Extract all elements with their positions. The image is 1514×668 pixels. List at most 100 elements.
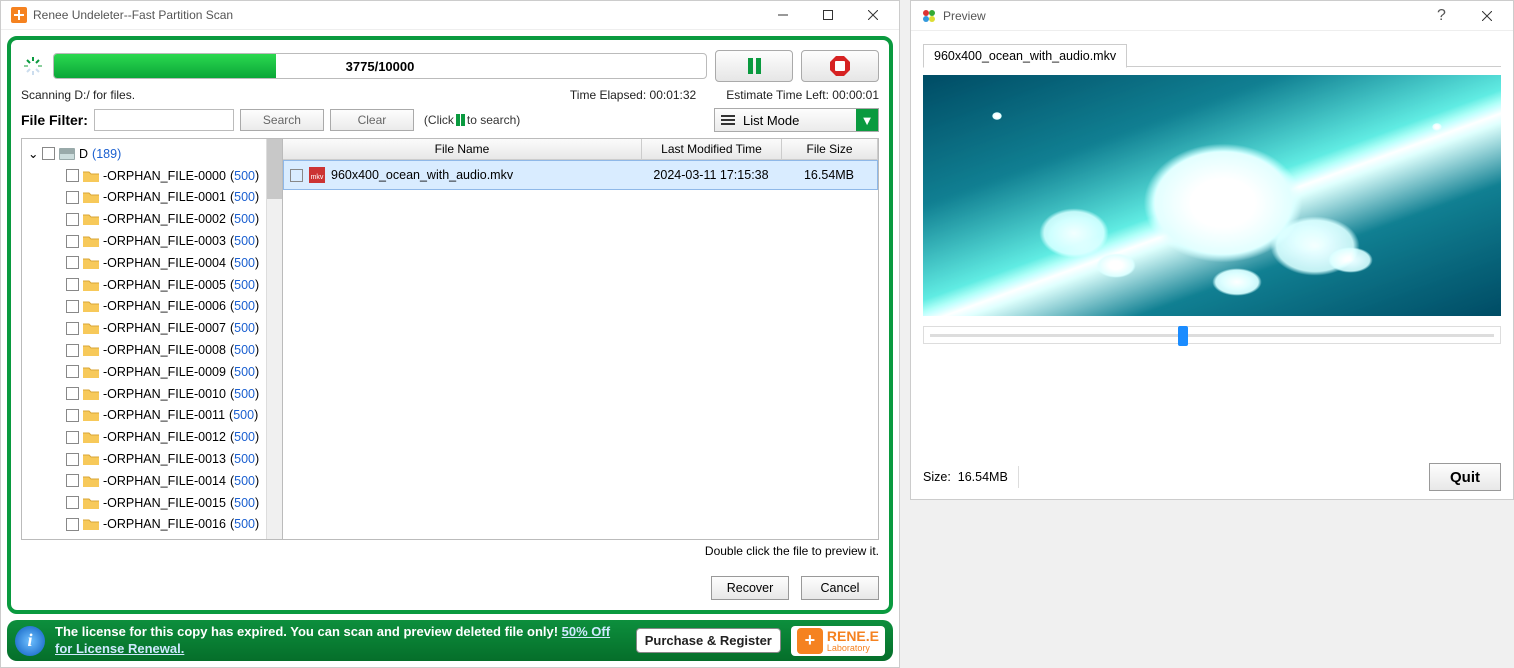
- tree-item-label: -ORPHAN_FILE-0005: [103, 278, 226, 292]
- tree-item[interactable]: -ORPHAN_FILE-0012 (500): [66, 426, 266, 448]
- discount-link[interactable]: 50% Off: [562, 624, 610, 639]
- renewal-link[interactable]: for License Renewal.: [55, 641, 184, 656]
- seek-slider[interactable]: [923, 326, 1501, 344]
- tree-item[interactable]: -ORPHAN_FILE-0011 (500): [66, 405, 266, 427]
- video-frame: [923, 75, 1501, 316]
- tree-item-count: (500): [230, 256, 259, 270]
- folder-tree: ⌄ D (189) -ORPHAN_FILE-0000 (500) -ORPHA…: [21, 138, 283, 540]
- checkbox[interactable]: [66, 387, 79, 400]
- folder-icon: [83, 257, 99, 269]
- checkbox[interactable]: [66, 365, 79, 378]
- checkbox[interactable]: [66, 496, 79, 509]
- checkbox[interactable]: [66, 235, 79, 248]
- checkbox[interactable]: [66, 191, 79, 204]
- purchase-register-button[interactable]: Purchase & Register: [636, 628, 781, 654]
- tree-item-label: -ORPHAN_FILE-0004: [103, 256, 226, 270]
- scrollbar-thumb[interactable]: [267, 139, 282, 199]
- checkbox[interactable]: [42, 147, 55, 160]
- checkbox[interactable]: [66, 322, 79, 335]
- preview-tab[interactable]: 960x400_ocean_with_audio.mkv: [923, 44, 1127, 68]
- slider-thumb[interactable]: [1178, 326, 1188, 346]
- mkv-icon: mkv: [309, 167, 325, 183]
- tree-item-label: -ORPHAN_FILE-0001: [103, 190, 226, 204]
- col-filename[interactable]: File Name: [283, 139, 642, 159]
- maximize-button[interactable]: [805, 1, 850, 29]
- checkbox[interactable]: [66, 474, 79, 487]
- checkbox[interactable]: [66, 169, 79, 182]
- folder-icon: [83, 213, 99, 225]
- file-row[interactable]: mkv 960x400_ocean_with_audio.mkv 2024-03…: [283, 160, 878, 190]
- checkbox[interactable]: [66, 300, 79, 313]
- tree-scrollbar[interactable]: [266, 139, 282, 539]
- tree-item-label: -ORPHAN_FILE-0003: [103, 234, 226, 248]
- tree-item[interactable]: -ORPHAN_FILE-0003 (500): [66, 230, 266, 252]
- tree-item-count: (500): [230, 212, 259, 226]
- close-button[interactable]: [850, 1, 895, 29]
- preview-window: Preview ? 960x400_ocean_with_audio.mkv S…: [910, 0, 1514, 500]
- eta-label: Estimate Time Left:: [726, 88, 829, 102]
- license-message: The license for this copy has expired. Y…: [55, 624, 626, 658]
- tree-item[interactable]: -ORPHAN_FILE-0014 (500): [66, 470, 266, 492]
- tree-item-count: (500): [230, 474, 259, 488]
- size-value: 16.54MB: [958, 470, 1008, 484]
- checkbox[interactable]: [66, 213, 79, 226]
- checkbox[interactable]: [66, 409, 79, 422]
- folder-icon: [83, 279, 99, 291]
- tree-item[interactable]: -ORPHAN_FILE-0004 (500): [66, 252, 266, 274]
- filter-input[interactable]: [94, 109, 234, 131]
- tree-item-label: -ORPHAN_FILE-0002: [103, 212, 226, 226]
- preview-tip: Double click the file to preview it.: [21, 544, 879, 558]
- checkbox[interactable]: [66, 453, 79, 466]
- panes: ⌄ D (189) -ORPHAN_FILE-0000 (500) -ORPHA…: [21, 138, 879, 540]
- col-modified[interactable]: Last Modified Time: [642, 139, 782, 159]
- tree-item[interactable]: -ORPHAN_FILE-0000 (500): [66, 165, 266, 187]
- checkbox[interactable]: [66, 431, 79, 444]
- pause-button[interactable]: [715, 50, 793, 82]
- video-preview[interactable]: [923, 75, 1501, 316]
- grid-body: mkv 960x400_ocean_with_audio.mkv 2024-03…: [283, 160, 878, 539]
- tree-item[interactable]: -ORPHAN_FILE-0016 (500): [66, 514, 266, 536]
- tree-item-label: -ORPHAN_FILE-0015: [103, 496, 226, 510]
- tree-root-count: (189): [92, 147, 121, 161]
- quit-button[interactable]: Quit: [1429, 463, 1501, 491]
- collapse-icon[interactable]: ⌄: [28, 146, 38, 161]
- tree-item-count: (500): [230, 387, 259, 401]
- tree-item-count: (500): [229, 408, 258, 422]
- tree-item[interactable]: -ORPHAN_FILE-0005 (500): [66, 274, 266, 296]
- checkbox[interactable]: [290, 169, 303, 182]
- help-button[interactable]: ?: [1419, 2, 1464, 30]
- listmode-label: List Mode: [743, 113, 799, 128]
- listmode-dropdown[interactable]: List Mode ▼: [714, 108, 879, 132]
- search-button[interactable]: Search: [240, 109, 324, 131]
- minimize-button[interactable]: [760, 1, 805, 29]
- checkbox[interactable]: [66, 344, 79, 357]
- tree-root-row[interactable]: ⌄ D (189): [28, 143, 266, 165]
- clear-button[interactable]: Clear: [330, 109, 414, 131]
- tree-item-count: (500): [230, 278, 259, 292]
- tree-item[interactable]: -ORPHAN_FILE-0002 (500): [66, 208, 266, 230]
- preview-body: 960x400_ocean_with_audio.mkv: [911, 31, 1513, 455]
- tree-item[interactable]: -ORPHAN_FILE-0013 (500): [66, 448, 266, 470]
- tree-item[interactable]: -ORPHAN_FILE-0007 (500): [66, 317, 266, 339]
- recover-button[interactable]: Recover: [711, 576, 789, 600]
- col-size[interactable]: File Size: [782, 139, 878, 159]
- checkbox[interactable]: [66, 518, 79, 531]
- folder-icon: [83, 344, 99, 356]
- status-row: Scanning D:/ for files. Time Elapsed: 00…: [21, 88, 879, 102]
- file-grid: File Name Last Modified Time File Size m…: [283, 138, 879, 540]
- preview-close-button[interactable]: [1464, 2, 1509, 30]
- checkbox[interactable]: [66, 256, 79, 269]
- tree-item[interactable]: -ORPHAN_FILE-0010 (500): [66, 383, 266, 405]
- tree-item[interactable]: -ORPHAN_FILE-0001 (500): [66, 187, 266, 209]
- tree-item-count: (500): [230, 234, 259, 248]
- tree-item[interactable]: -ORPHAN_FILE-0008 (500): [66, 339, 266, 361]
- progress-row: 3775/10000: [21, 50, 879, 82]
- cancel-button[interactable]: Cancel: [801, 576, 879, 600]
- folder-icon: [83, 409, 99, 421]
- tree-item[interactable]: -ORPHAN_FILE-0006 (500): [66, 296, 266, 318]
- tree-item[interactable]: -ORPHAN_FILE-0009 (500): [66, 361, 266, 383]
- stop-button[interactable]: [801, 50, 879, 82]
- tree-item[interactable]: -ORPHAN_FILE-0015 (500): [66, 492, 266, 514]
- app-icon: [11, 7, 27, 23]
- checkbox[interactable]: [66, 278, 79, 291]
